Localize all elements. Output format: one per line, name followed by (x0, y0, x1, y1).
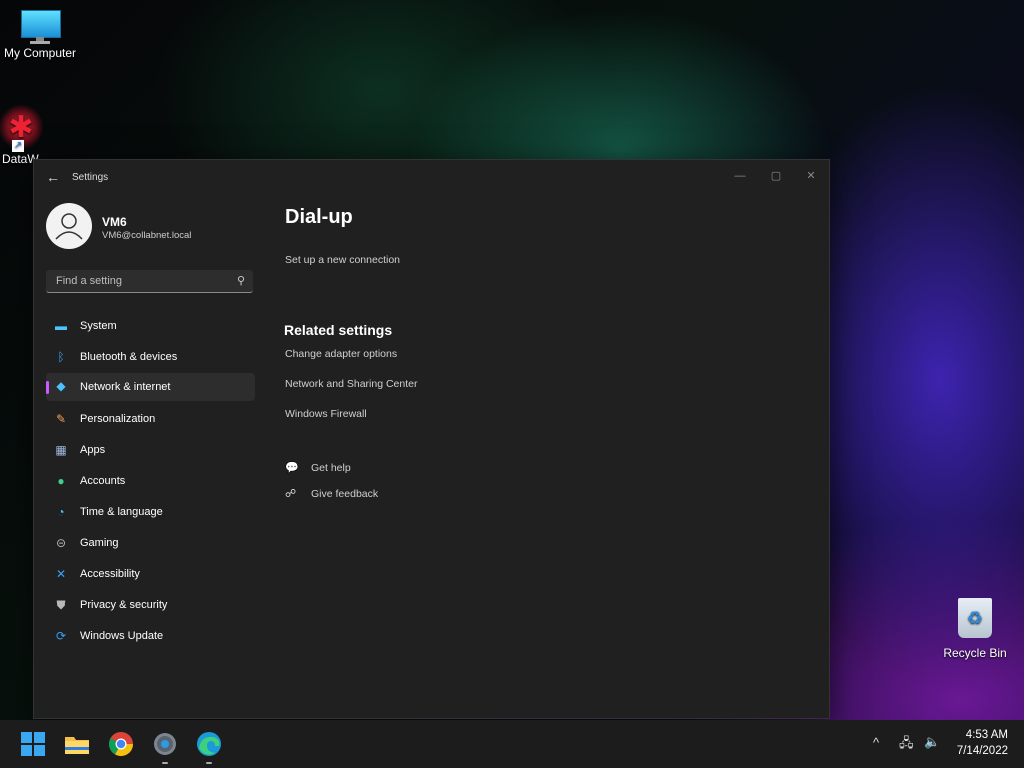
tray-chevron-icon[interactable]: ^ (873, 735, 879, 750)
edge-icon (197, 732, 221, 756)
avatar[interactable] (46, 203, 92, 249)
start-icon (21, 732, 45, 756)
selection-indicator (46, 381, 49, 394)
sidebar-item-gaming[interactable]: ⊝ Gaming (46, 530, 255, 558)
desktop-icon-label: Recycle Bin (943, 646, 1007, 660)
sidebar-item-label: Personalization (80, 413, 156, 425)
file-explorer-button[interactable] (61, 728, 93, 760)
person-icon: ● (57, 474, 65, 488)
sidebar-item-label: Windows Update (80, 630, 164, 642)
sidebar-item-personalization[interactable]: ✎ Personalization (46, 406, 255, 434)
system-icon: ▬ (55, 319, 67, 333)
sidebar-item-privacy-security[interactable]: ⛊ Privacy & security (46, 592, 255, 620)
profile-name: VM6 (102, 215, 127, 229)
search-icon[interactable]: ⚲ (237, 274, 245, 287)
chrome-icon (108, 732, 133, 757)
network-icon[interactable]: 🖧 (899, 734, 914, 756)
desktop-icon-my-computer[interactable]: My Computer (0, 10, 80, 60)
windows-firewall-link[interactable]: Windows Firewall (285, 408, 367, 420)
back-arrow-icon[interactable]: ← (46, 169, 60, 185)
clock-date: 7/14/2022 (956, 745, 1008, 757)
monitor-icon (19, 10, 61, 44)
sidebar-item-label: Accessibility (80, 568, 140, 580)
change-adapter-options-link[interactable]: Change adapter options (285, 348, 397, 360)
sidebar-item-time-language[interactable]: ◔ Time & language (46, 499, 255, 527)
sidebar-item-system[interactable]: ▬ System (46, 313, 255, 341)
search-input[interactable] (54, 274, 228, 288)
brush-icon: ✎ (55, 412, 67, 426)
sidebar-item-bluetooth[interactable]: ᛒ Bluetooth & devices (46, 344, 255, 372)
desktop-icon-recycle-bin[interactable]: Recycle Bin (935, 598, 1015, 660)
running-indicator (206, 762, 212, 764)
sidebar-item-apps[interactable]: ▦ Apps (46, 437, 255, 465)
sidebar-item-label: Time & language (80, 506, 163, 518)
taskbar: ^ 🖧 🔈 4:53 AM 7/14/2022 (0, 720, 1024, 768)
accessibility-icon: ✕ (55, 567, 67, 581)
title-bar: ← Settings — ▢ ✕ (34, 160, 829, 194)
sidebar-item-accessibility[interactable]: ✕ Accessibility (46, 561, 255, 589)
running-indicator (162, 762, 168, 764)
wifi-icon: ◆ (56, 379, 66, 393)
desktop-icon-label: DataW (2, 152, 39, 166)
related-settings-heading: Related settings (284, 322, 393, 338)
setup-new-connection-link[interactable]: Set up a new connection (285, 254, 400, 266)
sidebar-item-label: Accounts (80, 475, 126, 487)
recycle-bin-icon (958, 598, 992, 638)
gamepad-icon: ⊝ (55, 536, 67, 550)
feedback-icon: ☍ (285, 488, 297, 500)
give-feedback-label: Give feedback (311, 488, 379, 500)
maximize-button[interactable]: ▢ (762, 165, 790, 187)
window-title: Settings (72, 172, 109, 183)
shield-icon: ⛊ (56, 598, 66, 612)
settings-button[interactable] (149, 728, 181, 764)
volume-icon[interactable]: 🔈 (924, 734, 940, 750)
desktop-icon-datawrapper[interactable]: ↗ DataW (0, 104, 44, 166)
edge-button[interactable] (193, 728, 225, 764)
sidebar-item-label: Privacy & security (80, 599, 168, 611)
chrome-button[interactable] (105, 728, 137, 760)
sidebar-item-label: Gaming (80, 537, 119, 549)
settings-window: ← Settings — ▢ ✕ VM6 VM6@collabnet.local… (34, 160, 829, 718)
file-explorer-icon (65, 737, 89, 754)
sidebar-item-network[interactable]: ◆ Network & internet (46, 373, 255, 401)
search-box[interactable]: ⚲ (46, 270, 253, 293)
profile-email: VM6@collabnet.local (102, 230, 192, 241)
close-button[interactable]: ✕ (797, 165, 825, 187)
globe-clock-icon: ◔ (57, 505, 65, 519)
desktop-icon-label: My Computer (3, 46, 77, 60)
system-clock[interactable]: 4:53 AM 7/14/2022 (942, 727, 1008, 759)
bluetooth-icon: ᛒ (57, 350, 65, 364)
network-sharing-center-link[interactable]: Network and Sharing Center (285, 378, 418, 390)
minimize-button[interactable]: — (726, 165, 754, 187)
clock-time: 4:53 AM (965, 729, 1008, 741)
sidebar-item-accounts[interactable]: ● Accounts (46, 468, 255, 496)
sidebar-item-label: Apps (80, 444, 106, 456)
sidebar-item-label: Bluetooth & devices (80, 351, 178, 363)
page-title: Dial-up (285, 206, 353, 228)
start-button[interactable] (17, 728, 49, 760)
sidebar-item-label: Network & internet (80, 381, 171, 393)
sidebar-item-label: System (80, 320, 117, 332)
shortcut-arrow-icon: ↗ (12, 140, 24, 152)
get-help-label: Get help (311, 462, 351, 474)
update-icon: ⟳ (55, 629, 67, 643)
person-icon (55, 213, 83, 240)
sidebar-item-windows-update[interactable]: ⟳ Windows Update (46, 623, 255, 651)
settings-icon (154, 733, 176, 755)
help-icon: 💬 (285, 462, 299, 474)
apps-icon: ▦ (55, 443, 67, 457)
